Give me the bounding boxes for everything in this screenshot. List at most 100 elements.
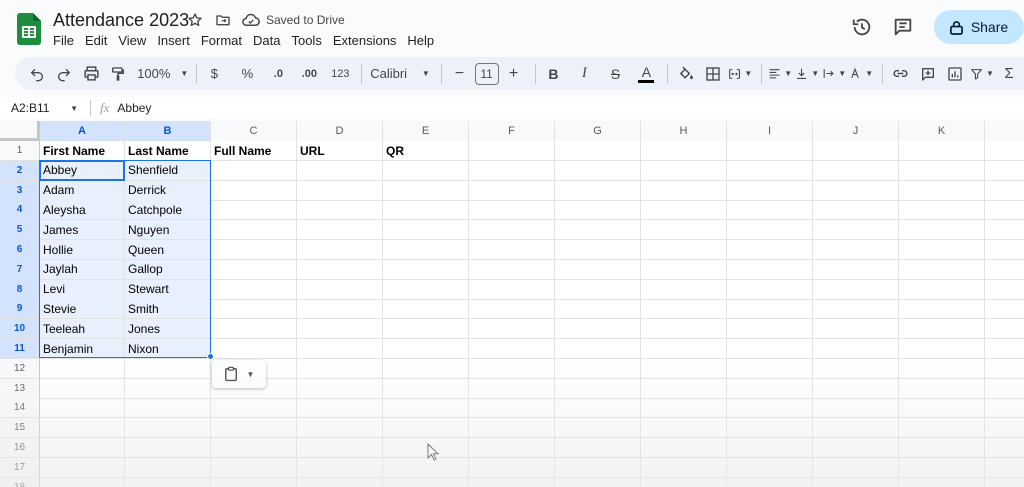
cell[interactable] bbox=[813, 339, 899, 358]
row-header[interactable]: 4 bbox=[0, 200, 40, 220]
column-header-j[interactable]: J bbox=[813, 121, 899, 141]
cell[interactable] bbox=[727, 438, 813, 457]
font-select[interactable]: Calibri ▼ bbox=[368, 62, 432, 86]
fill-handle[interactable] bbox=[207, 353, 214, 360]
cell[interactable] bbox=[211, 299, 297, 319]
menu-data[interactable]: Data bbox=[248, 32, 285, 50]
cell[interactable] bbox=[125, 398, 211, 418]
menu-file[interactable]: File bbox=[53, 32, 79, 50]
cell[interactable] bbox=[641, 279, 727, 299]
functions-icon[interactable]: Σ bbox=[997, 62, 1021, 86]
format-percent-button[interactable]: % bbox=[235, 62, 259, 86]
name-box[interactable]: A2:B11 ▼ bbox=[0, 101, 82, 115]
cell[interactable] bbox=[813, 259, 899, 279]
row-header[interactable]: 13 bbox=[0, 378, 40, 398]
cell[interactable] bbox=[555, 240, 641, 259]
cell[interactable] bbox=[297, 398, 383, 418]
cell[interactable] bbox=[469, 200, 555, 220]
cell[interactable] bbox=[641, 259, 727, 279]
cell[interactable] bbox=[899, 279, 985, 299]
cell[interactable] bbox=[211, 279, 297, 299]
cell[interactable] bbox=[469, 220, 555, 240]
version-history-icon[interactable] bbox=[844, 9, 880, 45]
spreadsheet-grid[interactable]: A B C D E F G H I J K 1 First Name Last Na… bbox=[0, 121, 1024, 487]
cell[interactable] bbox=[555, 398, 641, 418]
cell[interactable] bbox=[383, 240, 469, 259]
cell[interactable] bbox=[641, 240, 727, 259]
cell[interactable] bbox=[899, 200, 985, 220]
row-header[interactable]: 7 bbox=[0, 259, 40, 279]
formula-input[interactable]: Abbey bbox=[117, 101, 151, 115]
borders-icon[interactable] bbox=[701, 62, 725, 86]
cell[interactable] bbox=[899, 457, 985, 477]
cell[interactable] bbox=[555, 457, 641, 477]
row-header[interactable]: 5 bbox=[0, 220, 40, 240]
cell[interactable]: Adam bbox=[40, 180, 125, 200]
cell[interactable] bbox=[899, 259, 985, 279]
cell[interactable] bbox=[641, 477, 727, 487]
cell[interactable] bbox=[641, 398, 727, 418]
cell[interactable] bbox=[297, 378, 383, 398]
cell[interactable] bbox=[211, 477, 297, 487]
cell[interactable] bbox=[727, 378, 813, 398]
cell[interactable] bbox=[813, 180, 899, 200]
cell[interactable] bbox=[383, 200, 469, 220]
cell[interactable] bbox=[727, 477, 813, 487]
format-currency-button[interactable]: $ bbox=[202, 62, 226, 86]
cell[interactable]: Shenfield bbox=[125, 160, 211, 180]
cell[interactable] bbox=[555, 200, 641, 220]
menu-view[interactable]: View bbox=[113, 32, 151, 50]
cell[interactable] bbox=[125, 438, 211, 457]
cell[interactable] bbox=[211, 180, 297, 200]
cell[interactable] bbox=[40, 418, 125, 438]
cell[interactable] bbox=[297, 299, 383, 319]
cell[interactable] bbox=[813, 160, 899, 180]
cell[interactable] bbox=[813, 457, 899, 477]
row-header[interactable]: 14 bbox=[0, 398, 40, 418]
row-header[interactable]: 10 bbox=[0, 319, 40, 339]
cell[interactable] bbox=[297, 358, 383, 378]
cell[interactable] bbox=[813, 141, 899, 160]
cell[interactable] bbox=[555, 141, 641, 160]
row-header[interactable]: 3 bbox=[0, 180, 40, 200]
cell[interactable] bbox=[40, 438, 125, 457]
cell[interactable] bbox=[469, 358, 555, 378]
cell[interactable] bbox=[297, 259, 383, 279]
cell[interactable] bbox=[469, 279, 555, 299]
column-header-f[interactable]: F bbox=[469, 121, 555, 141]
cell[interactable] bbox=[555, 477, 641, 487]
cell[interactable] bbox=[641, 457, 727, 477]
column-header-c[interactable]: C bbox=[211, 121, 297, 141]
cell[interactable] bbox=[297, 339, 383, 358]
cell[interactable] bbox=[211, 438, 297, 457]
cell[interactable] bbox=[297, 220, 383, 240]
paint-format-icon[interactable] bbox=[106, 62, 130, 86]
cell[interactable] bbox=[985, 240, 1024, 259]
cell[interactable] bbox=[555, 378, 641, 398]
cell[interactable] bbox=[555, 438, 641, 457]
bold-button[interactable]: B bbox=[541, 62, 565, 86]
column-header-b[interactable]: B bbox=[125, 121, 211, 141]
row-header[interactable]: 1 bbox=[0, 141, 40, 160]
cell[interactable] bbox=[383, 279, 469, 299]
cell[interactable] bbox=[469, 477, 555, 487]
cell[interactable]: Last Name bbox=[125, 141, 211, 160]
menu-help[interactable]: Help bbox=[402, 32, 439, 50]
cell[interactable] bbox=[985, 181, 1024, 200]
increase-font-size-button[interactable]: + bbox=[502, 62, 526, 86]
cell[interactable] bbox=[641, 358, 727, 378]
menu-extensions[interactable]: Extensions bbox=[328, 32, 402, 50]
cell[interactable]: Derrick bbox=[125, 180, 211, 200]
cell[interactable] bbox=[727, 220, 813, 240]
cell[interactable] bbox=[469, 160, 555, 180]
cell[interactable] bbox=[985, 299, 1024, 318]
cell[interactable] bbox=[469, 398, 555, 418]
document-title[interactable]: Attendance 2023 bbox=[53, 10, 189, 31]
cell[interactable] bbox=[297, 438, 383, 457]
cell[interactable] bbox=[641, 438, 727, 457]
merge-cells-icon[interactable]: ▼ bbox=[728, 62, 752, 86]
cell[interactable] bbox=[211, 398, 297, 418]
cell[interactable] bbox=[985, 220, 1024, 239]
cell[interactable] bbox=[641, 180, 727, 200]
cell[interactable] bbox=[555, 180, 641, 200]
